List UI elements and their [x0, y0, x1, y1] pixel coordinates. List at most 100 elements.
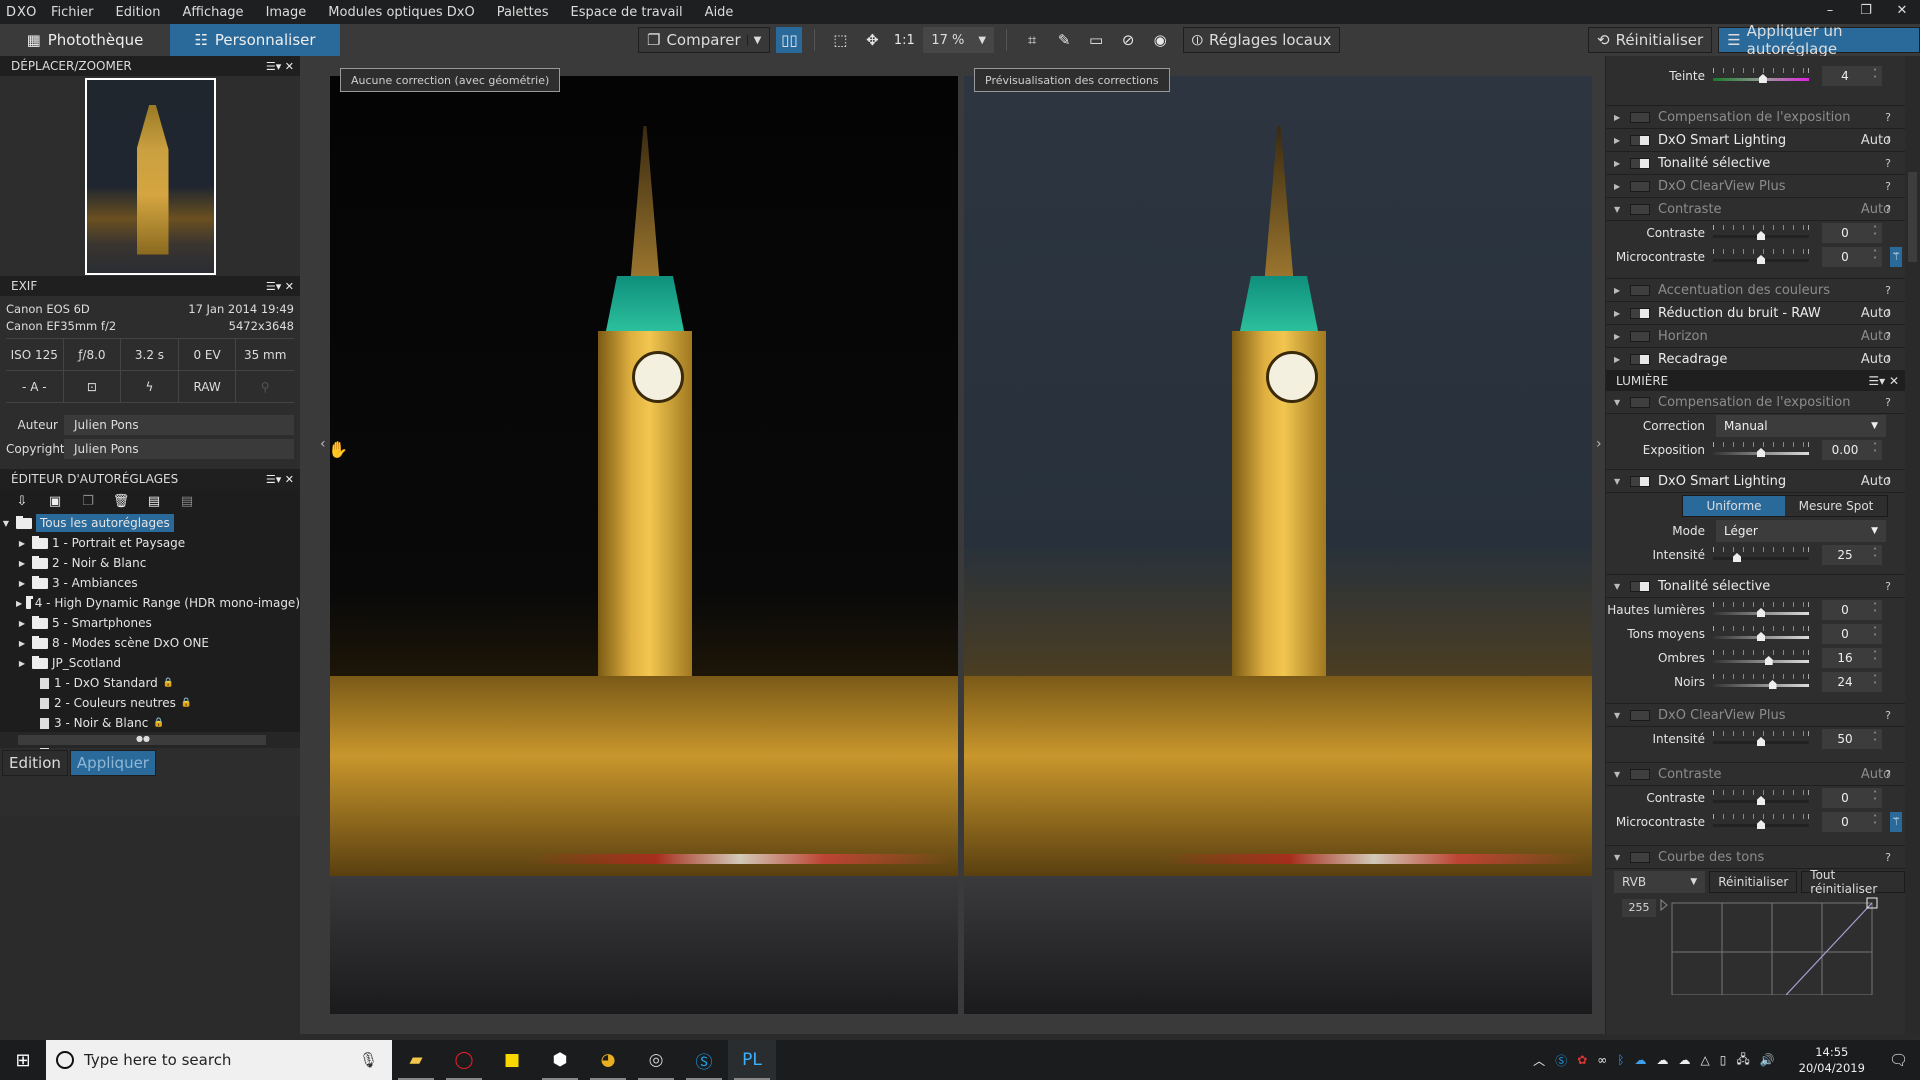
red-eye-button[interactable]: ◉: [1147, 27, 1173, 53]
bluetooth-icon[interactable]: ᛒ: [1617, 1053, 1624, 1067]
caret-down-icon[interactable]: ▼: [1614, 205, 1630, 214]
help-icon[interactable]: ?: [1885, 353, 1891, 366]
module-toggle[interactable]: [1630, 851, 1650, 863]
taskbar-clock[interactable]: 14:55 20/04/2019: [1799, 1044, 1865, 1076]
help-icon[interactable]: ?: [1885, 203, 1891, 216]
navigator-thumbnail[interactable]: [84, 77, 216, 275]
app-tray-icon[interactable]: ✿: [1577, 1053, 1587, 1067]
copyright-field[interactable]: Julien Pons: [64, 439, 294, 459]
module-toggle[interactable]: [1630, 157, 1650, 169]
caret-right-icon[interactable]: ▶: [1614, 182, 1630, 191]
caret-down-icon[interactable]: ▼: [1614, 582, 1630, 591]
tree-preset[interactable]: 3 - Noir & Blanc 🔒: [0, 713, 300, 733]
caret-right-icon[interactable]: ▶: [16, 579, 28, 588]
panel-menu-icon[interactable]: ☰▾: [266, 60, 281, 73]
module-toggle[interactable]: [1630, 396, 1650, 408]
tree-folder[interactable]: ▶ 4 - High Dynamic Range (HDR mono-image): [0, 593, 300, 613]
microcontraste-slider[interactable]: [1713, 812, 1809, 832]
module-toggle[interactable]: [1630, 307, 1650, 319]
sticky-notes-icon[interactable]: ■: [488, 1040, 536, 1080]
module-toggle[interactable]: [1630, 709, 1650, 721]
blacks-input[interactable]: 24 ˄ ˅: [1822, 672, 1882, 692]
split-view-button[interactable]: ▯▯: [776, 27, 803, 53]
move-button[interactable]: ✥: [859, 27, 885, 53]
menu-aide[interactable]: Aide: [694, 5, 745, 20]
help-icon[interactable]: ?: [1885, 157, 1891, 170]
microcontraste-input[interactable]: 0 ˄ ˅: [1822, 247, 1882, 267]
caret-right-icon[interactable]: ▶: [1614, 332, 1630, 341]
help-icon[interactable]: ?: [1885, 330, 1891, 343]
slider-knob[interactable]: [1757, 608, 1765, 617]
section-contraste[interactable]: ▼ Contraste Auto?: [1606, 763, 1905, 786]
curve-reset-button[interactable]: Réinitialiser: [1709, 871, 1798, 893]
teinte-input[interactable]: 4 ˄ ˅: [1822, 66, 1882, 86]
caret-right-icon[interactable]: ▶: [16, 619, 28, 628]
slider-knob[interactable]: [1757, 820, 1765, 829]
fit-screen-button[interactable]: ⬚: [827, 27, 853, 53]
section-sections_mid-2[interactable]: ▶ Horizon Auto ?: [1606, 325, 1905, 348]
close-window-button[interactable]: ✕: [1884, 0, 1920, 24]
panel-menu-icon[interactable]: ☰▾: [1868, 374, 1885, 388]
veracrypt-icon[interactable]: ⬢: [536, 1040, 584, 1080]
right-panel-scrollbar[interactable]: [1905, 56, 1920, 1034]
compare-button[interactable]: ❐ Comparer ▼: [638, 27, 771, 53]
apply-preset-icon[interactable]: ▤: [144, 494, 164, 509]
uniforme-button[interactable]: Uniforme: [1683, 496, 1785, 516]
menu-modules-optiques[interactable]: Modules optiques DxO: [317, 5, 485, 20]
close-icon[interactable]: ✕: [1889, 374, 1899, 388]
caret-right-icon[interactable]: ▶: [1614, 355, 1630, 364]
tree-folder[interactable]: ▶ 2 - Noir & Blanc: [0, 553, 300, 573]
panel-menu-icon[interactable]: ☰▾: [266, 473, 281, 486]
taskbar-search[interactable]: Type here to search 🎙: [46, 1040, 392, 1080]
caret-down-icon[interactable]: ▼: [1614, 770, 1630, 779]
caret-down-icon[interactable]: ▼: [1614, 853, 1630, 862]
before-image[interactable]: [330, 76, 958, 1014]
zoom-select[interactable]: 17 % ▼: [923, 27, 995, 53]
correction-dropdown[interactable]: Manual ▼: [1716, 415, 1886, 437]
author-field[interactable]: Julien Pons: [64, 415, 294, 435]
help-icon[interactable]: ?: [1885, 307, 1891, 320]
local-adjustments-button[interactable]: ⦶ Réglages locaux: [1183, 27, 1341, 53]
caret-right-icon[interactable]: ▶: [16, 559, 28, 568]
reset-button[interactable]: ⟲ Réinitialiser: [1588, 27, 1713, 53]
module-toggle[interactable]: [1630, 330, 1650, 342]
image-viewer[interactable]: Aucune correction (avec géométrie) Prévi…: [300, 56, 1605, 1034]
caret-down-icon[interactable]: ▼: [1614, 477, 1630, 486]
tree-folder[interactable]: ▶ 5 - Smartphones: [0, 613, 300, 633]
module-toggle[interactable]: [1630, 111, 1650, 123]
panel-menu-icon[interactable]: ☰▾: [266, 280, 281, 293]
help-icon[interactable]: ?: [1885, 396, 1891, 409]
apply-preset-button[interactable]: ☰ Appliquer un autoréglage: [1718, 22, 1920, 58]
repair-button[interactable]: ⊘: [1115, 27, 1141, 53]
help-icon[interactable]: ?: [1885, 111, 1891, 124]
import-preset-icon[interactable]: ⇩: [12, 494, 32, 509]
module-toggle[interactable]: [1630, 203, 1650, 215]
duplicate-preset-icon[interactable]: ❐: [78, 494, 98, 509]
slider-knob[interactable]: [1733, 553, 1741, 562]
caret-right-icon[interactable]: ▶: [1614, 136, 1630, 145]
magic-wand-icon[interactable]: ⚚: [1890, 812, 1902, 832]
caret-right-icon[interactable]: ▶: [16, 659, 28, 668]
slider-knob[interactable]: [1757, 737, 1765, 746]
chrome-icon[interactable]: ◕: [584, 1040, 632, 1080]
menu-fichier[interactable]: Fichier: [40, 5, 105, 20]
mode-dropdown[interactable]: Léger ▼: [1716, 520, 1886, 542]
mesure-spot-button[interactable]: Mesure Spot: [1785, 496, 1887, 516]
menu-espace-travail[interactable]: Espace de travail: [560, 5, 694, 20]
close-icon[interactable]: ✕: [285, 60, 294, 73]
menu-affichage[interactable]: Affichage: [171, 5, 254, 20]
section-sections_mid-1[interactable]: ▶ Réduction du bruit - RAW Auto ?: [1606, 302, 1905, 325]
horizon-button[interactable]: ▭: [1083, 27, 1109, 53]
contraste-input[interactable]: 0 ˄ ˅: [1822, 788, 1882, 808]
help-icon[interactable]: ?: [1885, 134, 1891, 147]
google-drive-icon[interactable]: △: [1700, 1053, 1709, 1067]
onedrive-icon[interactable]: ☁: [1656, 1053, 1668, 1067]
caret-right-icon[interactable]: ▶: [1614, 286, 1630, 295]
network-icon[interactable]: 🖧: [1736, 1050, 1749, 1071]
minimize-button[interactable]: –: [1812, 0, 1848, 24]
section-selective-tone[interactable]: ▼ Tonalité sélective?: [1606, 575, 1905, 598]
section-contraste-top[interactable]: ▼ Contraste Auto?: [1606, 198, 1905, 221]
usb-icon[interactable]: ▯: [1720, 1053, 1727, 1067]
exposition-input[interactable]: 0.00 ˄ ˅: [1822, 440, 1882, 460]
tree-folder[interactable]: ▶ JP_Scotland: [0, 653, 300, 673]
